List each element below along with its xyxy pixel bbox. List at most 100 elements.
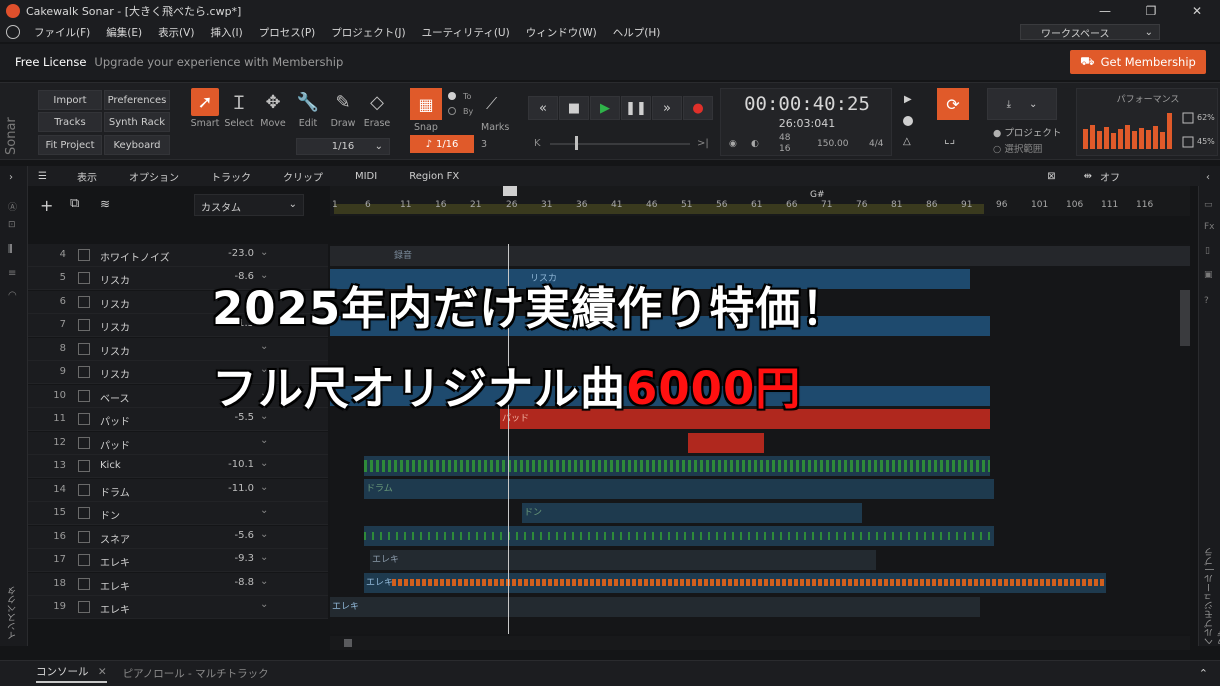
menu-options[interactable]: オプション [129, 169, 179, 184]
workspace-dropdown[interactable]: ワークスペース ⌄ [1020, 24, 1160, 40]
inspector-audio-icon[interactable]: Ⓐ [8, 200, 17, 213]
track-name[interactable]: ベース [100, 390, 130, 405]
chevron-up-icon[interactable]: ⌃ [1199, 667, 1208, 680]
track-name[interactable]: リスカ [100, 296, 130, 311]
browser-label[interactable]: ヘルプモジュール | ブラウザ [1203, 546, 1220, 646]
track-name[interactable]: リスカ [100, 272, 130, 287]
close-icon[interactable]: ✕ [1174, 0, 1220, 22]
track-volume[interactable]: -10.1 [218, 459, 254, 470]
track-name[interactable]: エレキ [100, 601, 130, 616]
rewind-icon[interactable]: « [528, 96, 558, 120]
go-start-icon[interactable]: K [534, 138, 541, 149]
loop-option-selection[interactable]: ○ 選択範囲 [993, 141, 1042, 155]
menu-track[interactable]: トラック [211, 169, 251, 184]
loop-region[interactable] [334, 204, 984, 214]
tab-piano-roll[interactable]: ピアノロール - マルチトラック [123, 666, 269, 681]
clip-guitar[interactable]: エレキ [364, 573, 1106, 593]
auto-scroll-off[interactable]: オフ [1100, 169, 1120, 184]
import-button[interactable]: Import [38, 90, 102, 110]
maximize-icon[interactable]: ❐ [1128, 0, 1174, 22]
track-volume[interactable]: -8.8 [218, 577, 254, 588]
duplicate-track-icon[interactable]: ⧉ [70, 196, 79, 211]
performance-panel[interactable]: パフォーマンス 62% 45% [1076, 88, 1218, 156]
clip-pad[interactable] [688, 433, 764, 453]
pause-icon[interactable]: ❚❚ [621, 96, 651, 120]
track-name[interactable]: ドン [100, 507, 120, 522]
clip-guitar[interactable]: エレキ [330, 597, 980, 617]
track-name[interactable]: Kick [100, 460, 121, 471]
punch-icon[interactable]: △ [903, 136, 911, 147]
track-name[interactable]: リスカ [100, 343, 130, 358]
chevron-down-icon[interactable]: ⌄ [260, 505, 268, 516]
go-end-icon[interactable]: >| [697, 138, 709, 149]
track-name[interactable]: リスカ [100, 319, 130, 334]
close-icon[interactable]: ✕ [98, 666, 107, 678]
menu-midi[interactable]: MIDI [355, 171, 377, 182]
track-name[interactable]: エレキ [100, 578, 130, 593]
loop-range-icon[interactable]: ⌞⌟ [944, 132, 955, 146]
browser-store-icon[interactable]: ▣ [1204, 270, 1213, 280]
count-in-icon[interactable]: ◐ [751, 139, 759, 149]
track-filter-icon[interactable]: ≋ [100, 197, 110, 211]
position-slider-handle[interactable] [575, 136, 578, 150]
chevron-down-icon[interactable]: ⌄ [260, 529, 268, 540]
keyboard-button[interactable]: Keyboard [104, 135, 170, 155]
inspector-list-icon[interactable]: ≡ [8, 268, 16, 279]
menu-view-track[interactable]: 表示 [77, 169, 97, 184]
tab-console[interactable]: コンソール ✕ [36, 664, 107, 683]
play-from-icon[interactable]: ▶ [904, 94, 912, 105]
menu-window[interactable]: ウィンドウ(W) [518, 25, 605, 40]
menu-insert[interactable]: 挿入(I) [202, 25, 250, 40]
track-volume[interactable]: -11.0 [218, 483, 254, 494]
move-tool[interactable]: ✥ Move [256, 88, 290, 138]
track-row[interactable]: 15 ドン ⌄ [28, 502, 328, 525]
track-row[interactable]: 4 ホワイトノイズ -23.0 ⌄ [28, 244, 328, 267]
edit-tool[interactable]: 🔧 Edit [291, 88, 325, 138]
snap-resolution-dropdown[interactable]: 1/16 ⌄ [296, 138, 390, 155]
chevron-right-icon[interactable]: › [9, 172, 13, 183]
help-icon[interactable]: ? [1204, 296, 1209, 306]
menu-clip[interactable]: クリップ [283, 169, 323, 184]
clip-drum[interactable]: ドラム [364, 479, 994, 499]
track-row[interactable]: 14 ドラム -11.0 ⌄ [28, 479, 328, 502]
select-tool[interactable]: Ｉ Select [222, 88, 256, 138]
menu-region-fx[interactable]: Region FX [409, 171, 459, 182]
track-name[interactable]: ドラム [100, 484, 130, 499]
minimize-icon[interactable]: — [1082, 0, 1128, 22]
snap-value-button[interactable]: ♪ 1/16 [410, 135, 474, 153]
time-signature[interactable]: 4/4 [869, 139, 883, 149]
record-mode-icon[interactable] [903, 116, 913, 126]
track-row[interactable]: 13 Kick -10.1 ⌄ [28, 455, 328, 478]
menu-help[interactable]: ヘルプ(H) [605, 25, 669, 40]
timeline-ruler[interactable]: G# 1 6 11 16 21 26 31 36 41 46 51 56 61 … [330, 186, 1190, 216]
marker-label[interactable]: G# [810, 190, 825, 200]
track-name[interactable]: エレキ [100, 554, 130, 569]
clip-noise[interactable]: 録音 [330, 246, 1190, 266]
clip-snare[interactable] [364, 526, 994, 546]
horizontal-scrollbar[interactable] [330, 636, 1190, 650]
vertical-scrollbar-thumb[interactable] [1180, 290, 1190, 346]
loop-icon[interactable]: ⟳ [937, 88, 969, 120]
snap-grid-toggle-icon[interactable]: ⊠ [1047, 171, 1055, 182]
chevron-down-icon[interactable]: ⌄ [260, 247, 268, 258]
fit-project-button[interactable]: Fit Project [38, 135, 102, 155]
erase-tool[interactable]: ◇ Erase [360, 88, 394, 138]
metronome-icon[interactable]: ◉ [729, 139, 737, 149]
menu-utilities[interactable]: ユーティリティ(U) [414, 25, 518, 40]
inspector-arrange-icon[interactable]: ◠ [8, 290, 17, 301]
menu-view[interactable]: 表示(V) [150, 25, 202, 40]
track-name[interactable]: リスカ [100, 366, 130, 381]
fast-forward-icon[interactable]: » [652, 96, 682, 120]
clip-don[interactable]: ドン [522, 503, 862, 523]
export-button[interactable]: ⤓ ⌄ [987, 88, 1057, 120]
menu-edit[interactable]: 編集(E) [98, 25, 150, 40]
track-name[interactable]: ホワイトノイズ [100, 249, 170, 264]
now-time-marker[interactable] [503, 186, 517, 196]
browser-file-icon[interactable]: ▯ [1205, 246, 1210, 256]
smart-tool[interactable]: ➚ Smart [188, 88, 222, 138]
marks-icon[interactable]: ⟋ [486, 94, 497, 114]
track-volume[interactable]: -23.0 [218, 248, 254, 259]
track-row[interactable]: 18 エレキ -8.8 ⌄ [28, 573, 328, 596]
track-name[interactable]: パッド [100, 437, 130, 452]
track-name[interactable]: パッド [100, 413, 130, 428]
